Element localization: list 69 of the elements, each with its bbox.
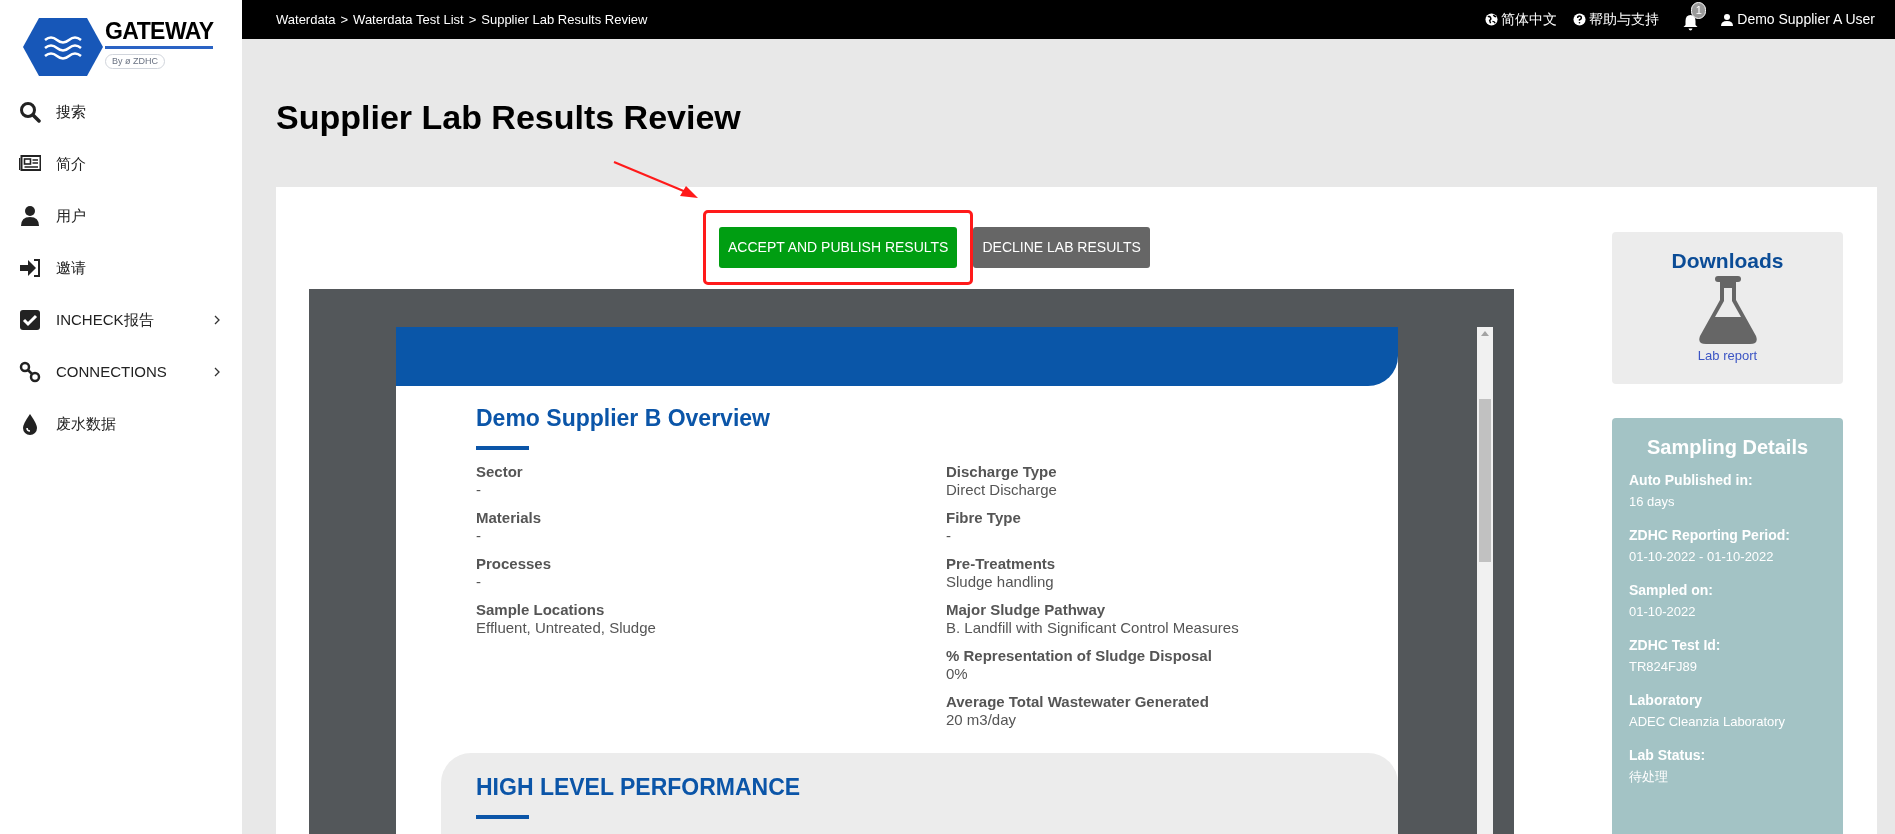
lab-report-link[interactable]: Lab report bbox=[1697, 346, 1758, 366]
field-label: Sector bbox=[476, 463, 524, 481]
logo-icon bbox=[23, 18, 103, 76]
field-label: Average Total Wastewater Generated bbox=[946, 693, 1210, 711]
detail-value: 01-10-2022 bbox=[1629, 604, 1697, 620]
detail-label: Laboratory bbox=[1629, 692, 1704, 709]
sidebar-item[interactable]: 邀请 bbox=[0, 242, 242, 294]
breadcrumb-link[interactable]: Supplier Lab Results Review bbox=[481, 9, 648, 30]
field-value: - bbox=[476, 527, 482, 545]
breadcrumb-separator: > bbox=[468, 10, 477, 29]
sign-in-icon bbox=[19, 257, 41, 279]
field-value: B. Landfill with Significant Control Measures bbox=[946, 619, 1239, 637]
field-label: Processes bbox=[476, 555, 553, 573]
sidebar-item[interactable]: 搜索 bbox=[0, 86, 242, 138]
field-value: - bbox=[476, 573, 482, 591]
field-label: Pre-Treatments bbox=[946, 555, 1057, 573]
detail-label: Sampled on: bbox=[1629, 582, 1714, 599]
field-label: Discharge Type bbox=[946, 463, 1058, 481]
field-value: Direct Discharge bbox=[946, 481, 1058, 499]
breadcrumb-link[interactable]: Waterdata Test List bbox=[353, 9, 464, 30]
page-title: Supplier Lab Results Review bbox=[276, 97, 742, 137]
detail-value: 待处理 bbox=[1629, 769, 1669, 785]
user-icon bbox=[1721, 13, 1734, 26]
field-value: Sludge handling bbox=[946, 573, 1055, 591]
downloads-title: Downloads bbox=[1671, 248, 1784, 274]
checkbox-icon bbox=[19, 309, 41, 331]
search-icon bbox=[19, 101, 41, 123]
field-value: - bbox=[476, 481, 482, 499]
user-icon bbox=[19, 205, 41, 227]
field-value: 20 m3/day bbox=[946, 711, 1018, 729]
breadcrumb-separator: > bbox=[340, 10, 349, 29]
detail-label: ZDHC Test Id: bbox=[1629, 637, 1722, 654]
bell-icon[interactable] bbox=[1683, 13, 1699, 31]
sidebar-item[interactable]: 简介 bbox=[0, 138, 242, 190]
breadcrumb-link[interactable]: Waterdata bbox=[276, 9, 336, 30]
field-label: Sample Locations bbox=[476, 601, 606, 619]
field-value: Effluent, Untreated, Sludge bbox=[476, 619, 657, 637]
detail-value: 01-10-2022 - 01-10-2022 bbox=[1629, 549, 1775, 565]
link-icon bbox=[19, 361, 41, 383]
sidebar-item[interactable]: INCHECK报告 bbox=[0, 294, 242, 346]
language-link[interactable]: 简体中文 bbox=[1501, 9, 1558, 30]
section-heading: HIGH LEVEL PERFORMANCE bbox=[476, 773, 802, 801]
detail-label: Lab Status: bbox=[1629, 747, 1707, 764]
scrollbar[interactable] bbox=[1477, 327, 1493, 834]
user-menu[interactable]: Demo Supplier A User bbox=[1737, 9, 1875, 30]
help-icon bbox=[1573, 13, 1587, 26]
section-heading: Demo Supplier B Overview bbox=[476, 404, 771, 432]
flask-icon[interactable] bbox=[1697, 276, 1758, 346]
detail-value: TR824FJ89 bbox=[1629, 659, 1698, 675]
field-value: 0% bbox=[946, 665, 969, 683]
logo-title: GATEWAY bbox=[105, 18, 214, 49]
sampling-details-title: Sampling Details bbox=[1645, 435, 1810, 460]
decline-button[interactable]: DECLINE LAB RESULTS bbox=[973, 226, 1150, 268]
field-value: - bbox=[946, 527, 952, 545]
notification-badge: 1 bbox=[1691, 1, 1707, 19]
sidebar-item[interactable]: 用户 bbox=[0, 190, 242, 242]
field-label: % Representation of Sludge Disposal bbox=[946, 647, 1213, 665]
sidebar-item[interactable]: 废水数据 bbox=[0, 398, 242, 450]
field-label: Materials bbox=[476, 509, 543, 527]
globe-icon bbox=[1485, 13, 1499, 26]
field-label: Fibre Type bbox=[946, 509, 1022, 527]
detail-value: ADEC Cleanzia Laboratory bbox=[1629, 714, 1787, 730]
help-link[interactable]: 帮助与支持 bbox=[1589, 9, 1660, 30]
accept-button[interactable]: ACCEPT AND PUBLISH RESULTS bbox=[719, 226, 958, 268]
detail-value: 16 days bbox=[1629, 494, 1676, 510]
detail-label: ZDHC Reporting Period: bbox=[1629, 527, 1791, 544]
detail-label: Auto Published in: bbox=[1629, 472, 1754, 489]
field-label: Major Sludge Pathway bbox=[946, 601, 1107, 619]
sidebar-item[interactable]: CONNECTIONS bbox=[0, 346, 242, 398]
